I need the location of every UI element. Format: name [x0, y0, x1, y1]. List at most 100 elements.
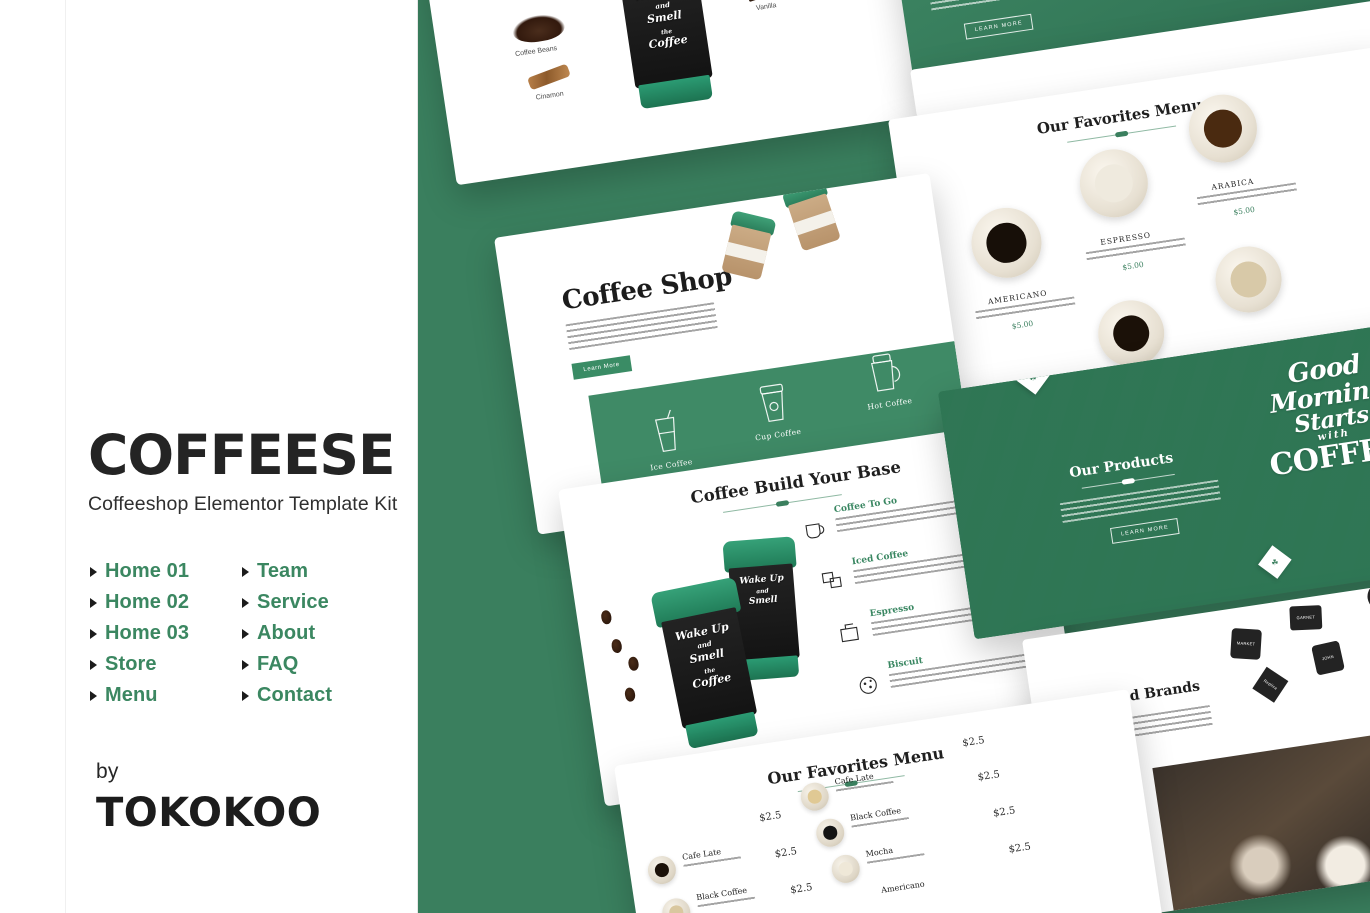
- nav-item-home-02[interactable]: Home 02: [90, 591, 242, 614]
- menu-item-image: [798, 780, 831, 813]
- menu-item-image: [829, 852, 862, 885]
- panel-divider: [417, 0, 418, 913]
- menu-item-price: $2.5: [976, 769, 1001, 784]
- feature-ice-coffee[interactable]: Ice Coffee: [624, 405, 712, 475]
- cinnamon-image: [527, 63, 571, 91]
- nav-item-label: Store: [105, 653, 157, 675]
- coffee-bean-decor: [610, 638, 623, 654]
- menu-item-image: [814, 816, 847, 849]
- menu-item-price: $2.5: [774, 845, 798, 861]
- coffee-liquid: [668, 904, 684, 913]
- feature-label: Hot Coffee: [866, 396, 913, 412]
- page-title: COFFEESE: [88, 423, 396, 487]
- left-info-panel: COFFEESE Coffeeshop Elementor Template K…: [0, 0, 418, 913]
- caret-right-icon: [90, 659, 97, 670]
- coffee-liquid: [1110, 312, 1153, 355]
- menu-image-extra: [1211, 241, 1287, 317]
- caret-right-icon: [90, 566, 97, 577]
- coffee-photo: [1152, 706, 1370, 913]
- brand-logo: JOHN: [1311, 640, 1345, 676]
- paper-cup-image: [719, 210, 777, 281]
- brand-logo: MARKET: [1230, 628, 1262, 660]
- coffee-liquid: [1201, 106, 1245, 151]
- feature-biscuit[interactable]: Biscuit: [853, 640, 1032, 694]
- learn-more-button-wrap[interactable]: LEARN MORE: [963, 10, 1034, 40]
- menu-item-name: Americano: [880, 879, 926, 895]
- cup-text-line-3: Smell: [688, 646, 726, 667]
- cup-text-line-3: Smell: [646, 8, 683, 27]
- menu-item-price: $5.00: [1232, 204, 1256, 217]
- coffee-liquid: [822, 825, 838, 841]
- nav-item-label: Service: [257, 591, 329, 613]
- coffee-liquid: [1092, 161, 1136, 205]
- coffee-beans-image: [511, 11, 567, 46]
- ingredient-label: Cinamon: [535, 90, 565, 102]
- brand-block: COFFEESE Coffeeshop Elementor Template K…: [88, 428, 408, 516]
- nav-item-about[interactable]: About: [242, 622, 390, 645]
- menu-item-price: $2.5: [789, 882, 814, 897]
- paper-cup-image: [781, 179, 843, 252]
- nav-item-menu[interactable]: Menu: [90, 684, 242, 707]
- cup-text-line-2: and: [755, 587, 769, 596]
- ice-cubes-icon: [819, 566, 848, 594]
- menu-item-price: $2.5: [961, 735, 986, 750]
- caret-right-icon: [242, 597, 249, 608]
- cup-text-line-1: Wake Up: [739, 573, 785, 588]
- menu-item-image: [660, 896, 693, 913]
- coffee-liquid: [1227, 258, 1270, 301]
- caret-right-icon: [90, 628, 97, 639]
- feature-cup-coffee[interactable]: Cup Coffee: [731, 375, 819, 445]
- nav-item-home-01[interactable]: Home 01: [90, 560, 242, 583]
- ingredient-label: Vanilla: [755, 2, 777, 13]
- menu-item-price: $5.00: [1011, 318, 1034, 331]
- brand-logo: ROAST: [1365, 580, 1370, 613]
- cup-text-line-3: Smell: [748, 594, 778, 608]
- ingredient-label: Coffee Beans: [514, 44, 558, 59]
- caret-right-icon: [242, 628, 249, 639]
- template-showcase: Coffee Build Your Base Coffee Beans Cina…: [418, 0, 1370, 913]
- nav-item-label: Home 03: [105, 622, 190, 644]
- nav-item-service[interactable]: Service: [242, 591, 390, 614]
- feature-hot-coffee[interactable]: Hot Coffee: [839, 344, 933, 415]
- coffee-liquid: [984, 220, 1029, 266]
- learn-more-button[interactable]: LEARN MORE: [963, 13, 1034, 40]
- nav-item-label: Team: [257, 560, 309, 582]
- caret-right-icon: [90, 597, 97, 608]
- menu-item-image: [645, 854, 678, 886]
- nav-item-label: Contact: [257, 684, 333, 706]
- slide-coffee-build-top[interactable]: Coffee Build Your Base Coffee Beans Cina…: [420, 0, 952, 186]
- feature-coffee-to-go[interactable]: Coffee To Go: [800, 484, 978, 539]
- template-page-list: Home 01 Team Home 02 Service Home 03 Abo…: [90, 556, 390, 711]
- coffee-liquid: [838, 861, 854, 877]
- menu-item-price: $2.5: [1007, 841, 1032, 856]
- nav-item-label: About: [257, 622, 316, 644]
- cookie-icon: [854, 670, 883, 698]
- paper-cup-icon: [759, 383, 784, 423]
- caret-right-icon: [242, 690, 249, 701]
- caret-right-icon: [90, 690, 97, 701]
- nav-item-contact[interactable]: Contact: [242, 684, 390, 707]
- nav-item-home-03[interactable]: Home 03: [90, 622, 242, 645]
- author-block: by TOKOKOO: [96, 760, 321, 836]
- espresso-machine-icon: [837, 618, 866, 646]
- nav-item-label: FAQ: [257, 653, 299, 675]
- espresso-image: [1075, 144, 1153, 222]
- iced-glass-icon: [654, 409, 676, 452]
- feature-label: Cup Coffee: [754, 426, 802, 443]
- caret-right-icon: [242, 659, 249, 670]
- nav-item-team[interactable]: Team: [242, 560, 390, 583]
- nav-item-store[interactable]: Store: [90, 653, 242, 676]
- coffee-bean-decor: [627, 656, 640, 672]
- menu-item-name: Mocha: [865, 845, 894, 859]
- learn-more-button-wrap[interactable]: Learn More: [571, 351, 632, 380]
- inner-divider: [65, 0, 66, 913]
- by-label: by: [96, 760, 119, 783]
- nav-item-label: Home 02: [105, 591, 190, 613]
- coffee-bean-decor: [624, 686, 637, 703]
- coffee-cup-icon: [801, 515, 830, 543]
- nav-item-faq[interactable]: FAQ: [242, 653, 390, 676]
- menu-item-price: $5.00: [1121, 259, 1145, 272]
- author-name: TOKOKOO: [96, 790, 322, 836]
- nav-item-label: Menu: [105, 684, 158, 706]
- learn-more-button[interactable]: Learn More: [571, 355, 632, 380]
